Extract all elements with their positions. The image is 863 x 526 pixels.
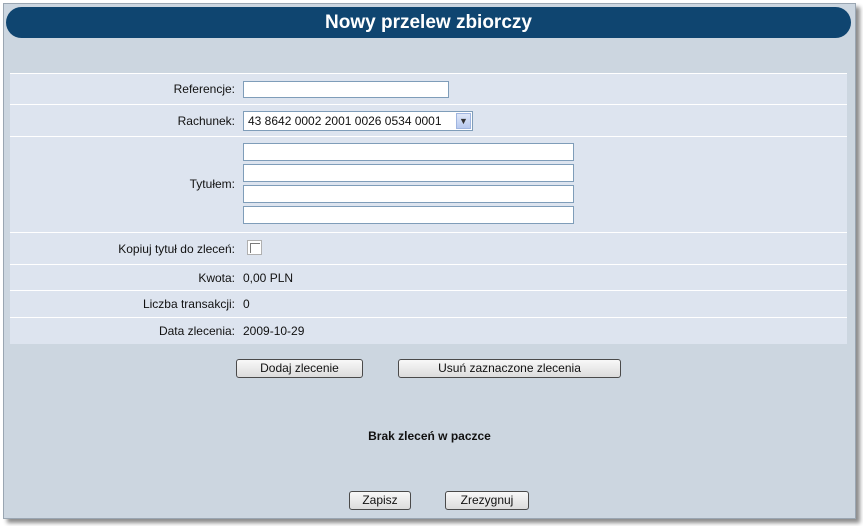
transfer-window: Nowy przelew zbiorczy Referencje: Rachun… xyxy=(3,3,856,519)
account-select-value: 43 8642 0002 2001 0026 0534 0001 xyxy=(248,114,442,128)
liczba-value: 0 xyxy=(243,297,250,311)
referencje-label: Referencje: xyxy=(173,82,235,96)
account-select[interactable]: 43 8642 0002 2001 0026 0534 0001 ▼ xyxy=(243,111,473,131)
row-data-zlecenia: Data zlecenia: 2009-10-29 xyxy=(10,318,847,344)
row-liczba-transakcji: Liczba transakcji: 0 xyxy=(10,291,847,318)
cancel-button[interactable]: Zrezygnuj xyxy=(445,491,529,510)
transfer-form: Referencje: Rachunek: 43 8642 0002 2001 … xyxy=(10,73,847,344)
referencje-input[interactable] xyxy=(243,81,449,98)
data-label: Data zlecenia: xyxy=(158,324,235,338)
remove-selected-button[interactable]: Usuń zaznaczone zlecenia xyxy=(398,359,621,378)
row-referencje: Referencje: xyxy=(10,74,847,105)
liczba-label: Liczba transakcji: xyxy=(142,297,235,311)
row-tytulem: Tytułem: xyxy=(10,137,847,233)
tytulem-label: Tytułem: xyxy=(189,177,235,191)
add-order-button[interactable]: Dodaj zlecenie xyxy=(236,359,363,378)
kwota-value: 0,00 PLN xyxy=(243,271,294,285)
page-title: Nowy przelew zbiorczy xyxy=(6,7,851,38)
row-kopiuj: Kopiuj tytuł do zleceń: xyxy=(10,233,847,265)
kopiuj-label: Kopiuj tytuł do zleceń: xyxy=(118,242,235,256)
tytulem-line-2[interactable] xyxy=(243,164,574,182)
rachunek-label: Rachunek: xyxy=(177,114,235,128)
row-rachunek: Rachunek: 43 8642 0002 2001 0026 0534 00… xyxy=(10,105,847,137)
data-value: 2009-10-29 xyxy=(243,324,305,338)
row-kwota: Kwota: 0,00 PLN xyxy=(10,265,847,291)
save-button[interactable]: Zapisz xyxy=(349,491,411,510)
tytulem-line-3[interactable] xyxy=(243,185,574,203)
empty-orders-message: Brak zleceń w paczce xyxy=(368,429,491,443)
tytulem-line-4[interactable] xyxy=(243,206,574,224)
chevron-down-icon[interactable]: ▼ xyxy=(456,113,471,129)
copy-title-checkbox[interactable] xyxy=(247,240,262,255)
kwota-label: Kwota: xyxy=(198,271,235,285)
tytulem-line-1[interactable] xyxy=(243,143,574,161)
